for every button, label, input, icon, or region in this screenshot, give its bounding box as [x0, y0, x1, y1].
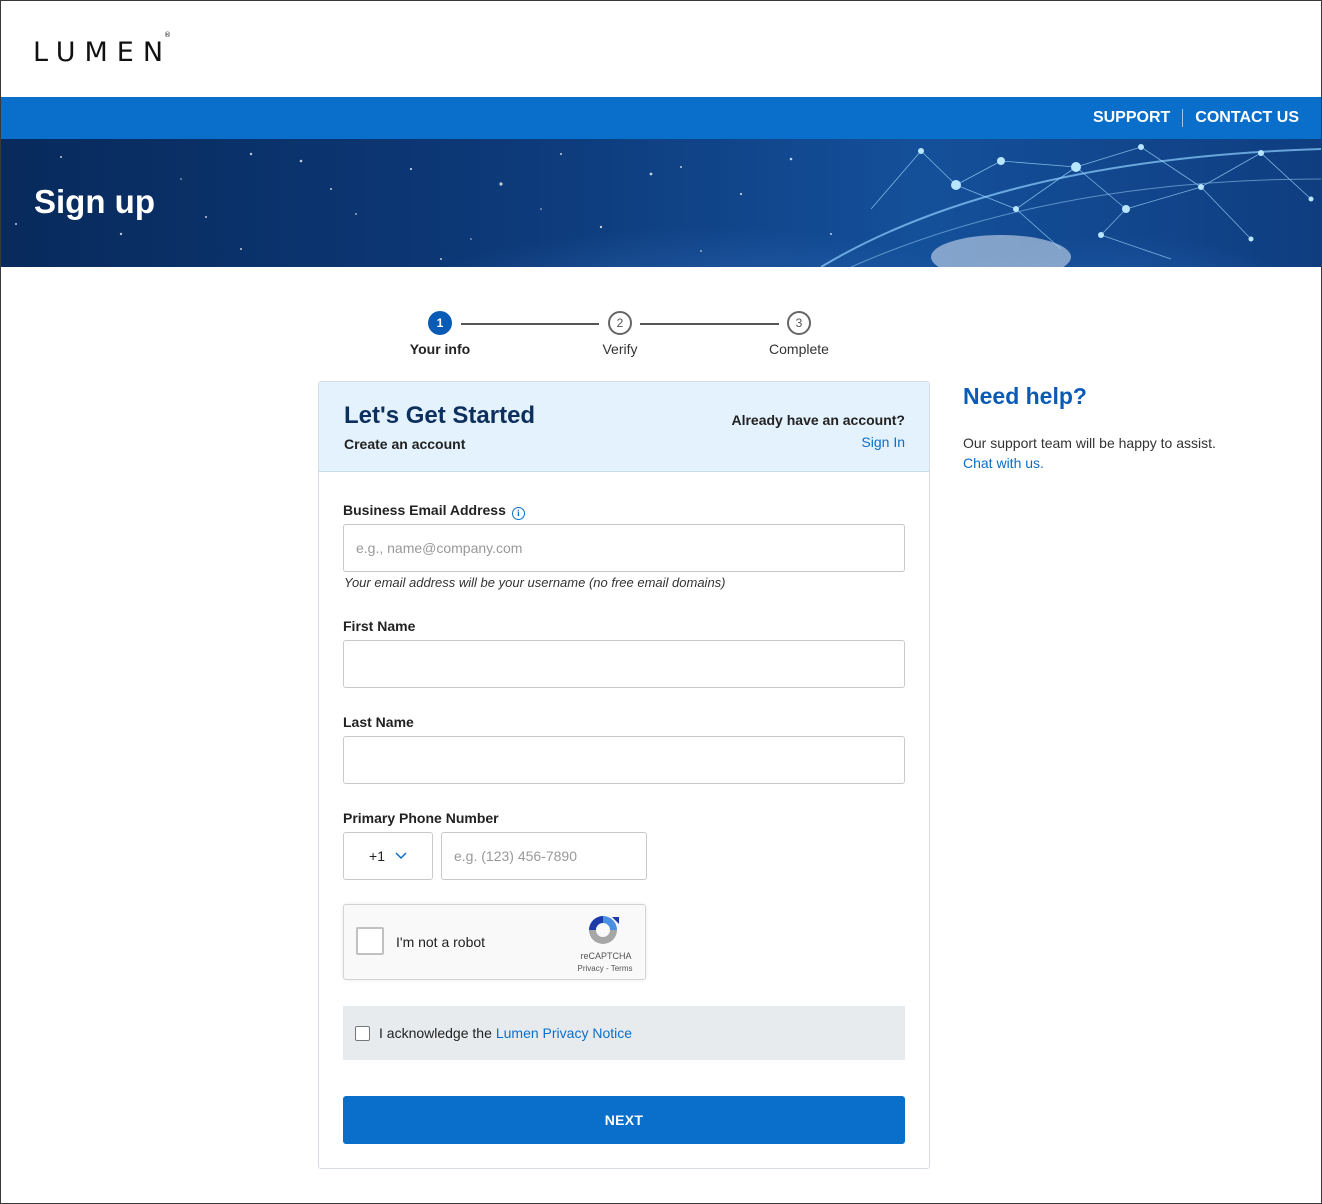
- hero-banner: Sign up: [1, 139, 1321, 267]
- step-1-label: Your info: [409, 341, 471, 357]
- privacy-notice-link[interactable]: Lumen Privacy Notice: [496, 1025, 632, 1041]
- first-name-field[interactable]: [343, 640, 905, 688]
- email-field[interactable]: e.g., name@company.com: [343, 524, 905, 572]
- recaptcha-label: I'm not a robot: [396, 934, 486, 950]
- have-account-text: Already have an account?: [731, 412, 905, 428]
- email-label: Business Email Address i: [343, 502, 525, 520]
- phone-field[interactable]: e.g. (123) 456-7890: [441, 832, 647, 880]
- help-text: Our support team will be happy to assist…: [963, 435, 1216, 451]
- card-header: Let's Get Started Create an account Alre…: [319, 382, 929, 472]
- privacy-checkbox[interactable]: [355, 1025, 370, 1041]
- contact-us-link[interactable]: CONTACT US: [1183, 109, 1311, 127]
- step-2-label: Verify: [602, 341, 638, 357]
- help-panel: Need help? Our support team will be happ…: [963, 383, 1223, 473]
- sign-in-link[interactable]: Sign In: [861, 434, 905, 450]
- privacy-acknowledge-row: I acknowledge the Lumen Privacy Notice: [343, 1006, 905, 1060]
- next-button[interactable]: NEXT: [343, 1096, 905, 1144]
- step-1-indicator: 1: [428, 311, 452, 335]
- recaptcha-widget: I'm not a robot reCAPTCHA Privacy - Term…: [343, 904, 646, 980]
- country-code-value: +1: [369, 848, 385, 864]
- info-icon[interactable]: i: [511, 506, 525, 520]
- space-network-illustration: [15, 144, 1321, 267]
- recaptcha-brand: reCAPTCHA: [580, 951, 632, 961]
- step-2-indicator: 2: [608, 311, 632, 335]
- recaptcha-links[interactable]: Privacy - Terms: [572, 964, 638, 973]
- support-link[interactable]: SUPPORT: [1081, 109, 1182, 127]
- page-title: Sign up: [34, 183, 155, 220]
- card-title: Let's Get Started: [344, 402, 536, 429]
- step-connector: [461, 323, 599, 325]
- step-3-indicator: 3: [787, 311, 811, 335]
- nav-bar: SUPPORT CONTACT US: [1, 97, 1321, 139]
- step-connector: [640, 323, 779, 325]
- acknowledge-text: I acknowledge the: [379, 1025, 492, 1041]
- card-subtitle: Create an account: [344, 436, 466, 452]
- last-name-label: Last Name: [343, 714, 414, 730]
- signup-card: Let's Get Started Create an account Alre…: [318, 381, 930, 1169]
- recaptcha-logo-icon: [589, 916, 619, 944]
- recaptcha-checkbox[interactable]: [356, 927, 384, 955]
- step-3-label: Complete: [769, 341, 829, 357]
- chat-link[interactable]: Chat with us.: [963, 453, 1223, 473]
- last-name-field[interactable]: [343, 736, 905, 784]
- lumen-logo[interactable]: LUMEN®: [33, 31, 179, 68]
- email-hint: Your email address will be your username…: [344, 575, 726, 590]
- progress-stepper: 1 2 3 Your info Verify Complete: [381, 309, 881, 359]
- chevron-down-icon: [395, 852, 407, 860]
- first-name-label: First Name: [343, 618, 416, 634]
- top-header: LUMEN®: [1, 1, 1321, 97]
- country-code-select[interactable]: +1: [343, 832, 433, 880]
- phone-label: Primary Phone Number: [343, 810, 499, 826]
- help-title: Need help?: [963, 383, 1087, 409]
